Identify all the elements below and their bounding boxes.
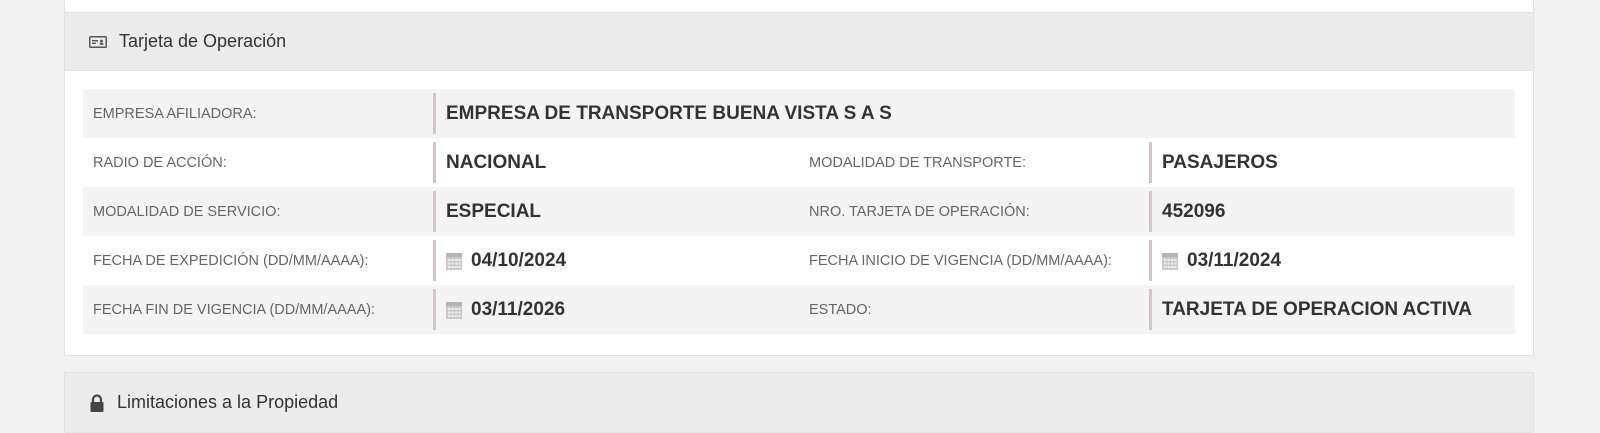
validity-start-cell: 03/11/2024 bbox=[1149, 240, 1515, 281]
service-mode-label: MODALIDAD DE SERVICIO: bbox=[93, 203, 281, 220]
service-mode-value: ESPECIAL bbox=[433, 191, 799, 232]
status-label: ESTADO: bbox=[809, 301, 872, 318]
validity-start-value: 03/11/2024 bbox=[1187, 249, 1282, 271]
issue-date-cell: 04/10/2024 bbox=[433, 240, 799, 281]
lock-icon bbox=[90, 393, 104, 412]
action-radius-value: NACIONAL bbox=[433, 142, 799, 183]
detail-row: MODALIDAD DE SERVICIO: ESPECIAL NRO. TAR… bbox=[83, 187, 1515, 236]
transport-mode-label: MODALIDAD DE TRANSPORTE: bbox=[809, 154, 1027, 171]
validity-start-label: FECHA INICIO DE VIGENCIA (DD/MM/AAAA): bbox=[809, 252, 1112, 269]
validity-end-cell: 03/11/2026 bbox=[433, 289, 799, 330]
action-radius-label: RADIO DE ACCIÓN: bbox=[93, 154, 227, 171]
issue-date-value: 04/10/2024 bbox=[471, 249, 567, 271]
validity-end-label: FECHA FIN DE VIGENCIA (DD/MM/AAAA): bbox=[93, 301, 375, 318]
limitations-panel: Limitaciones a la Propiedad bbox=[64, 372, 1534, 433]
operation-card-heading[interactable]: Tarjeta de Operación bbox=[65, 13, 1533, 71]
validity-end-value: 03/11/2026 bbox=[471, 298, 566, 320]
detail-row: FECHA DE EXPEDICIÓN (DD/MM/AAAA): 04/10/… bbox=[83, 236, 1515, 285]
detail-row: RADIO DE ACCIÓN: NACIONAL MODALIDAD DE T… bbox=[83, 138, 1515, 187]
issue-date-label: FECHA DE EXPEDICIÓN (DD/MM/AAAA): bbox=[93, 252, 369, 269]
calendar-icon bbox=[446, 301, 462, 319]
operation-card-title: Tarjeta de Operación bbox=[119, 31, 287, 51]
affiliating-company-label: EMPRESA AFILIADORA: bbox=[93, 105, 257, 122]
card-number-label: NRO. TARJETA DE OPERACIÓN: bbox=[809, 203, 1030, 220]
transport-mode-value: PASAJEROS bbox=[1149, 142, 1515, 183]
limitations-heading[interactable]: Limitaciones a la Propiedad bbox=[65, 373, 1533, 433]
operation-card-details: EMPRESA AFILIADORA: EMPRESA DE TRANSPORT… bbox=[83, 89, 1515, 334]
card-number-value: 452096 bbox=[1149, 191, 1515, 232]
id-card-icon bbox=[89, 35, 107, 48]
detail-row: FECHA FIN DE VIGENCIA (DD/MM/AAAA): 03/1… bbox=[83, 285, 1515, 334]
operation-card-panel: Tarjeta de Operación EMPRESA AFILIADORA:… bbox=[64, 12, 1534, 356]
affiliating-company-value: EMPRESA DE TRANSPORTE BUENA VISTA S A S bbox=[433, 93, 1515, 134]
previous-panel-bottom bbox=[64, 0, 1534, 12]
calendar-icon bbox=[1162, 252, 1178, 270]
status-value: TARJETA DE OPERACION ACTIVA bbox=[1149, 289, 1515, 330]
calendar-icon bbox=[446, 252, 462, 270]
limitations-title: Limitaciones a la Propiedad bbox=[117, 392, 339, 412]
detail-row: EMPRESA AFILIADORA: EMPRESA DE TRANSPORT… bbox=[83, 89, 1515, 138]
